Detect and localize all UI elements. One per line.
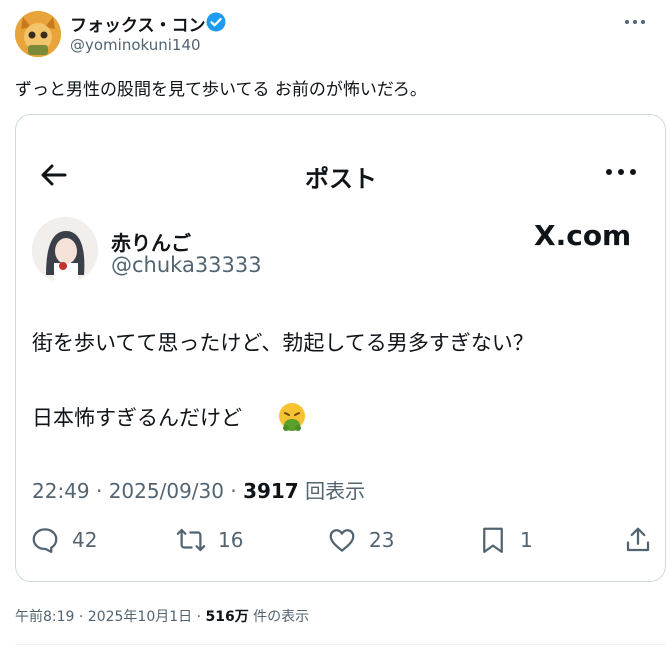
post-time: 22:49 · 2025/09/30 · <box>32 479 244 503</box>
post-meta: 22:49 · 2025/09/30 · 3917 回表示 <box>32 475 365 504</box>
more-icon[interactable] <box>620 12 650 32</box>
divider <box>15 644 666 645</box>
author-name[interactable]: フォックス・コン <box>70 11 206 36</box>
nauseated-emoji <box>276 401 308 433</box>
xcom-watermark: X.com <box>534 219 632 252</box>
bookmark-button: 1 <box>478 523 533 557</box>
footer-views-count: 516万 <box>205 609 249 625</box>
repost-count: 16 <box>218 528 244 552</box>
bookmark-icon <box>483 527 503 553</box>
embedded-name: 赤りんご <box>111 231 191 255</box>
reply-button: 42 <box>30 523 97 557</box>
bookmark-count: 1 <box>520 528 533 552</box>
embedded-avatar <box>32 217 98 283</box>
author-handle[interactable]: @yominokuni140 <box>70 36 201 54</box>
views-count: 3917 <box>243 479 299 503</box>
reply-count: 42 <box>72 528 98 552</box>
repost-button: 16 <box>176 523 243 557</box>
more-icon <box>601 161 641 183</box>
footer-views-label: 件の表示 <box>248 609 310 625</box>
post-timestamp[interactable]: 午前8:19 · 2025年10月1日 · <box>15 609 206 625</box>
embedded-screenshot[interactable]: ポスト 赤りんご @chuka33333 X.com 街を歩いてて思ったけど、勃… <box>15 114 666 582</box>
share-button <box>623 523 653 557</box>
repost-icon <box>176 528 206 552</box>
embedded-text-line: 街を歩いてて思ったけど、勃起してる男多すぎない？ <box>32 331 534 355</box>
like-icon <box>329 529 355 552</box>
nav-title: ポスト <box>305 165 377 193</box>
views-label: 回表示 <box>305 479 366 503</box>
embedded-text-line: 日本怖すぎるんだけど <box>32 406 242 430</box>
author-avatar[interactable] <box>15 11 61 57</box>
post-text: ずっと男性の股間を見て歩いてる お前のが怖いだろ。 <box>15 80 427 100</box>
back-arrow-icon <box>38 159 70 191</box>
share-icon <box>626 527 650 552</box>
post-footer: 午前8:19 · 2025年10月1日 · 516万 件の表示 <box>15 606 309 626</box>
like-button: 23 <box>327 523 394 557</box>
embedded-handle: @chuka33333 <box>111 253 262 277</box>
verified-icon <box>206 12 226 32</box>
like-count: 23 <box>369 528 395 552</box>
reply-icon <box>32 528 58 553</box>
